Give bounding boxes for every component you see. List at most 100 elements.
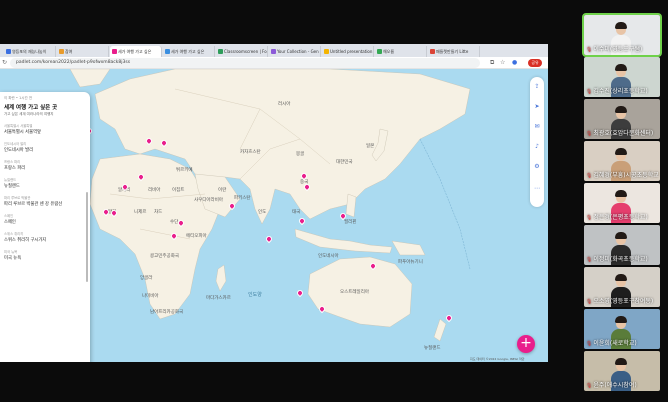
browser-tab[interactable]: 세가 여행 가고 싶은 — [110, 46, 162, 57]
add-post-button[interactable]: + — [517, 335, 535, 353]
mic-muted-icon: 🎙 — [586, 131, 593, 137]
map-label-ocean: 인도양 — [248, 292, 262, 298]
mic-muted-icon: 🎙 — [586, 383, 593, 389]
map-label-chad: 차드 — [154, 210, 163, 215]
mic-muted-icon: 🎙 — [586, 257, 593, 263]
account-icon[interactable]: ● — [512, 59, 517, 67]
star-icon[interactable]: ☆ — [500, 59, 505, 67]
map-label-south-africa: 남아프리카공화국 — [150, 310, 184, 315]
browser-tab[interactable]: 해오름 — [375, 46, 427, 57]
map-label-saudi: 사우디아라비아 — [194, 198, 223, 203]
list-item[interactable]: 프랑스 파리 프랑스 파리 — [4, 159, 86, 171]
map-label-angola: 앙골라 — [140, 276, 153, 281]
url-field[interactable]: padlet.com/korean2022/padlet-p9ofwxm8ack… — [10, 58, 480, 68]
bell-icon[interactable]: ♪ — [533, 143, 541, 151]
map-label-philippines: 필리핀 — [344, 220, 357, 225]
participant-tile[interactable]: 🎙김혜경(부흥)시공초등학교 — [584, 141, 660, 181]
map-label-egypt: 이집트 — [172, 188, 185, 193]
send-icon[interactable]: ➤ — [533, 103, 541, 111]
share-icon[interactable]: ⇪ — [533, 83, 541, 91]
map-label-kazakhstan: 카자흐스탄 — [240, 150, 261, 155]
list-item[interactable]: 파리 루브르 박물관 파리 루브르 박물관 센 강 유람선 — [4, 195, 86, 207]
map-label-ethiopia: 에티오피아 — [186, 234, 207, 239]
participant-tile[interactable]: 🎙이정미(화곡초등학교) — [584, 225, 660, 265]
list-item[interactable]: 스위스 취리히 스위스 취리히 구시가지 — [4, 231, 86, 243]
map-label-mongolia: 몽골 — [296, 152, 305, 157]
tab-label: Untitled presentation — [330, 49, 373, 54]
tab-label: 세가 여행 가고 싶은 — [118, 49, 152, 54]
tab-favicon-icon — [377, 49, 382, 54]
mic-muted-icon: 🎙 — [586, 215, 593, 221]
browser-tab[interactable]: 참여 — [57, 46, 109, 57]
participant-name: 🎙이정미(화곡초등학교) — [586, 256, 648, 263]
settings-icon[interactable]: ⚙ — [533, 163, 541, 171]
browser-tab[interactable]: 영등포의 재능나눔이 — [4, 46, 56, 57]
participant-name: 🎙이윤희(새로학교) — [586, 340, 637, 347]
tab-label: 해오름 — [383, 49, 395, 54]
list-item[interactable]: 뉴질랜드 뉴질랜드 — [4, 177, 86, 189]
browser-tab[interactable]: Your Collection - Gen — [269, 46, 321, 57]
reload-icon[interactable]: ↻ — [2, 59, 7, 67]
map-label-libya: 리비아 — [148, 188, 161, 193]
mic-muted-icon: 🎙 — [586, 89, 593, 95]
map-label-pakistan: 파키스탄 — [234, 196, 251, 201]
participant-tile[interactable]: 🎙최광호(효암다문화센터) — [584, 99, 660, 139]
participant-tile[interactable]: 🎙오소영(영등포구참여동) — [584, 267, 660, 307]
shared-browser-window: 영등포의 재능나눔이 참여 세가 여행 가고 싶은 세가 여행 가고 싶은 Classr… — [0, 44, 548, 362]
tab-label: 영등포의 재능나눔이 — [12, 49, 47, 54]
tab-favicon-icon — [271, 49, 276, 54]
tab-favicon-icon — [59, 49, 64, 54]
tab-label: 참여 — [65, 49, 73, 54]
map-label-nz: 뉴질랜드 — [424, 346, 441, 351]
panel-subtitle: 가고 싶은 세계 여러나라의 여행지 — [4, 112, 54, 116]
participant-name: 🎙김수진(상리초등학교) — [586, 88, 648, 95]
participant-tile[interactable]: 🎙김수진(상리초등학교) — [584, 57, 660, 97]
map-label-indonesia: 인도네시아 — [318, 254, 339, 259]
list-item[interactable]: 미국 뉴욕 미국 뉴욕 — [4, 249, 86, 261]
share-button[interactable]: 공유 — [528, 59, 542, 67]
screen: 영등포의 재능나눔이 참여 세가 여행 가고 싶은 세가 여행 가고 싶은 Classr… — [0, 0, 668, 402]
map-label-drc: 콩고민주공화국 — [150, 254, 179, 259]
tab-bar: 영등포의 재능나눔이 참여 세가 여행 가고 싶은 세가 여행 가고 싶은 Classr… — [0, 44, 548, 57]
browser-tab[interactable]: 패들렛만들기 Litte — [428, 46, 480, 57]
participant-name: 🎙김혜경(부흥)시공초등학교 — [586, 172, 659, 179]
map-toolbar: ⇪ ➤ ✉ ♪ ⚙ ⋯ — [530, 77, 544, 207]
tab-label: 세가 여행 가고 싶은 — [171, 49, 205, 54]
panel-scrollbar[interactable] — [86, 192, 88, 282]
more-icon[interactable]: ⋯ — [533, 185, 541, 193]
mic-muted-icon: 🎙 — [586, 341, 593, 347]
map-label-russia: 러시아 — [278, 102, 291, 107]
tab-favicon-icon — [112, 49, 117, 54]
post-list-panel: 이 파란 • 1시간 전 세계 여행 가고 싶은 곳 가고 싶은 세계 여러나라… — [0, 92, 90, 362]
map-label-madagascar: 마다가스카르 — [206, 296, 231, 301]
extensions-icon[interactable]: ⧉ — [490, 59, 494, 67]
browser-tab[interactable]: Classroomscreen | Fo — [216, 46, 268, 57]
participant-tile[interactable]: 🎙이윤희(새로학교) — [584, 309, 660, 349]
map-label-thailand: 태국 — [292, 210, 301, 215]
map-label-india: 인도 — [258, 210, 267, 215]
list-item[interactable]: 스페인 스페인 — [4, 213, 86, 225]
tab-favicon-icon — [218, 49, 223, 54]
list-item[interactable]: 서울특별시 서울특별 서울특별시 서울역앞 — [4, 123, 86, 135]
tab-favicon-icon — [324, 49, 329, 54]
tab-label: Your Collection - Gen — [277, 49, 319, 54]
browser-tab[interactable]: 세가 여행 가고 싶은 — [163, 46, 215, 57]
tab-label: Classroomscreen | Fo — [224, 49, 267, 54]
tab-label: 패들렛만들기 Litte — [436, 49, 469, 54]
map-label-australia: 오스트레일리아 — [340, 290, 369, 295]
panel-title: 세계 여행 가고 싶은 곳 — [4, 105, 58, 111]
participant-name: 🎙오소영(영등포구참여동) — [586, 298, 654, 305]
participant-tile[interactable]: 🎙윤주(애수시참여) — [584, 351, 660, 391]
participant-name: 🎙윤주(애수시참여) — [586, 382, 637, 389]
mic-muted-icon: 🎙 — [586, 299, 593, 305]
map-label-turkey: 튀르키예 — [176, 168, 193, 173]
map-label-korea: 대한민국 — [336, 160, 353, 165]
participant-tile[interactable]: 🎙정은경(은평초등학교) — [584, 183, 660, 223]
mic-muted-icon: 🎙 — [586, 173, 593, 179]
browser-tab[interactable]: Untitled presentation — [322, 46, 374, 57]
chat-icon[interactable]: ✉ — [533, 123, 541, 131]
participant-tile[interactable]: 🎙이수미(영등포구쌤) — [582, 13, 662, 57]
participant-name: 🎙이수미(영등포구쌤) — [586, 46, 643, 53]
list-item[interactable]: 인도네시아 발리 인도네시아 발리 — [4, 141, 86, 153]
participant-name: 🎙정은경(은평초등학교) — [586, 214, 648, 221]
